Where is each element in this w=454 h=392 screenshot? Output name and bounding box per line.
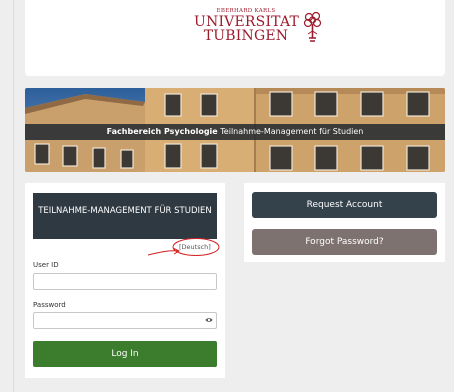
banner-caption: Fachbereich Psychologie Teilnahme-Manage… [25,124,445,140]
logo-line-tubingen: TUBINGEN [203,28,289,44]
banner-caption-subtitle: Teilnahme-Management für Studien [220,127,364,136]
banner-caption-department: Fachbereich Psychologie [106,127,218,136]
password-label: Password [33,301,66,309]
palm-tree-emblem-icon [303,11,322,42]
logo-line-universitat: UNIVERSITAT [194,14,300,30]
account-actions-card: Request Account Forgot Password? [244,183,445,262]
user-id-input[interactable] [33,273,217,290]
login-title: TEILNAHME-MANAGEMENT FÜR STUDIEN [33,193,217,239]
university-logo[interactable]: EBERHARD KARLS UNIVERSITAT TUBINGEN [194,8,329,62]
forgot-password-button[interactable]: Forgot Password? [252,229,437,255]
page-edge-line [13,0,14,392]
password-input[interactable] [33,312,217,329]
request-account-button[interactable]: Request Account [252,192,437,218]
login-card: TEILNAHME-MANAGEMENT FÜR STUDIEN [Deutsc… [25,183,225,378]
banner-image: Fachbereich Psychologie Teilnahme-Manage… [25,88,445,172]
login-button[interactable]: Log In [33,341,217,367]
user-id-label: User ID [33,261,59,269]
language-link-deutsch[interactable]: [Deutsch] [179,243,211,251]
header-card: EBERHARD KARLS UNIVERSITAT TUBINGEN [25,0,445,76]
show-password-eye-icon[interactable] [205,317,213,323]
